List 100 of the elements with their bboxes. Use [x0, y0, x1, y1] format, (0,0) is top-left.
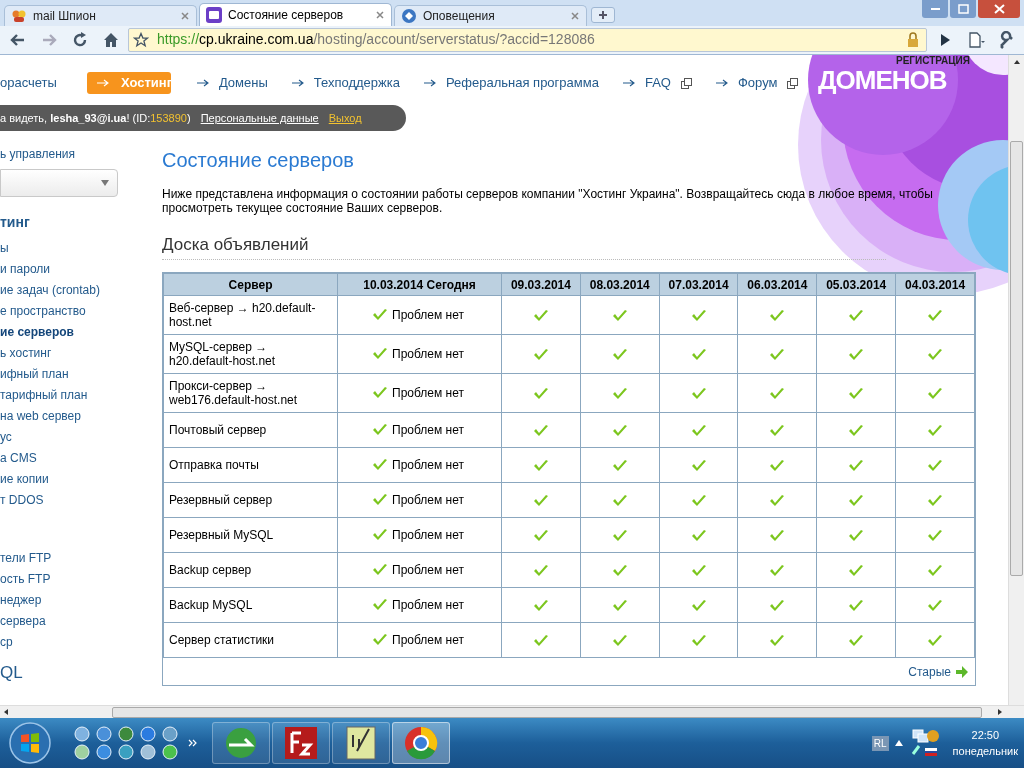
logout-link[interactable]: Выход	[328, 109, 362, 127]
close-icon[interactable]	[375, 9, 385, 20]
taskbar-button[interactable]	[272, 722, 330, 764]
taskbar-button[interactable]	[212, 722, 270, 764]
caret-icon	[101, 180, 109, 186]
sidebar-link[interactable]: а CMS	[0, 448, 162, 469]
intro-text: Ниже представлена информация о состоянии работы серверов компании "Хостинг Украина". Возвращайтесь сюда в любое время, чтобы просмотреть текущее состояние Ваших серверов.	[162, 187, 934, 215]
minimize-icon	[930, 8, 940, 10]
nav-link[interactable]: FAQ	[622, 73, 692, 93]
status-text: Проблем нет	[392, 527, 464, 544]
vertical-scrollbar[interactable]	[1008, 55, 1024, 705]
sidebar-link[interactable]: тарифный план	[0, 385, 162, 406]
banner-title: ДОМЕНОВ	[818, 67, 947, 93]
status-text: Проблем нет	[392, 307, 464, 324]
profile-link[interactable]: Персональные данные	[200, 109, 319, 127]
chevron-icon[interactable]	[188, 738, 198, 748]
url-text: https://cp.ukraine.com.ua/hosting/account/serverstatus/?accid=128086	[157, 30, 596, 50]
nav-link[interactable]: Реферальная программа	[423, 73, 599, 93]
column-header: 08.03.2014	[580, 273, 660, 296]
table-cell: Отправка почты	[163, 447, 338, 483]
minimize-button[interactable]	[922, 0, 948, 18]
column-header: 09.03.2014	[501, 273, 581, 296]
status-text: Проблем нет	[392, 422, 464, 439]
arrow-icon	[196, 79, 209, 87]
sidebar-link[interactable]: ь управления	[0, 145, 162, 163]
sidebar-link[interactable]: и пароли	[0, 259, 162, 280]
lock-icon	[906, 31, 920, 48]
sidebar-link[interactable]: ср	[0, 632, 162, 653]
restore-icon	[955, 2, 971, 16]
status-text: Проблем нет	[392, 457, 464, 474]
column-header: Сервер	[163, 273, 338, 296]
banner-subtitle: РЕГИСТРАЦИЯ	[896, 56, 970, 66]
sidebar-link[interactable]: ифный план	[0, 364, 162, 385]
table-cell: Резервный MySQL	[163, 517, 338, 553]
sidebar-link[interactable]: е пространство	[0, 301, 162, 322]
address-bar[interactable]: https://cp.ukraine.com.ua/hosting/account/serverstatus/?accid=128086	[128, 27, 927, 52]
table-cell: Backup сервер	[163, 552, 338, 588]
status-text: Проблем нет	[392, 346, 464, 363]
arrow-icon	[955, 664, 969, 679]
status-text: Проблем нет	[392, 492, 464, 509]
table-cell: Backup MySQL	[163, 587, 338, 623]
browser-tab[interactable]: Оповещения	[394, 4, 587, 26]
sidebar-link[interactable]: ие серверов	[0, 322, 162, 343]
table-cell: Веб-сервер → h20.default-host.net	[163, 295, 338, 335]
nav-link[interactable]: Домены	[196, 73, 268, 93]
page-menu-icon	[966, 30, 985, 49]
close-window-button[interactable]	[978, 0, 1020, 18]
sidebar-link[interactable]: ость FTP	[0, 569, 162, 590]
sidebar-link[interactable]: ь хостинг	[0, 343, 162, 364]
arrow-icon	[622, 79, 635, 87]
caret-icon[interactable]	[894, 740, 903, 746]
section-title: Доска объявлений	[162, 233, 886, 260]
table-cell: Резервный сервер	[163, 482, 338, 518]
table-cell: Сервер статистики	[163, 622, 338, 658]
sidebar-heading: QL	[0, 662, 24, 684]
taskbar-button[interactable]	[332, 722, 390, 764]
arrow-icon	[96, 79, 109, 87]
column-header: 04.03.2014	[895, 273, 975, 296]
arrow-icon	[291, 79, 304, 87]
table-cell: Почтовый сервер	[163, 412, 338, 448]
browser-tab[interactable]: Состояние серверов	[199, 2, 392, 26]
plus-icon	[598, 9, 608, 20]
arrow-icon	[423, 79, 436, 87]
new-tab-button[interactable]	[591, 6, 615, 23]
older-link[interactable]: Старые	[908, 662, 969, 681]
tab-favicon-icon	[206, 6, 222, 23]
star-icon[interactable]	[133, 31, 149, 48]
table-cell: Прокси-сервер → web176.default-host.net	[163, 373, 338, 413]
sidebar-link[interactable]: ие задач (crontab)	[0, 280, 162, 301]
sidebar-link[interactable]: неджер	[0, 590, 162, 611]
taskbar-button[interactable]	[392, 722, 450, 764]
close-icon[interactable]	[180, 10, 190, 21]
table-cell: MySQL-сервер → h20.default-host.net	[163, 334, 338, 374]
start-button[interactable]	[8, 721, 52, 765]
column-header: 10.03.2014 Сегодня	[337, 273, 502, 296]
column-header: 07.03.2014	[659, 273, 738, 296]
sidebar-link[interactable]: сервера	[0, 611, 162, 632]
column-header: 06.03.2014	[738, 273, 817, 296]
column-header: 05.03.2014	[816, 273, 896, 296]
sidebar-link[interactable]: ус	[0, 427, 162, 448]
clock[interactable]: 22:50 понедельник	[952, 727, 1018, 759]
sidebar-link[interactable]: тели FTP	[0, 548, 162, 569]
status-text: Проблем нет	[392, 597, 464, 614]
nav-link[interactable]: Техподдержка	[291, 73, 400, 93]
sidebar-link[interactable]: ие копии	[0, 469, 162, 490]
page-title: Состояние серверов	[162, 148, 355, 173]
browser-tab[interactable]: mail Шпион	[4, 4, 197, 26]
status-text: Проблем нет	[392, 632, 464, 649]
horizontal-scrollbar[interactable]	[0, 705, 1024, 718]
sidebar-link[interactable]: ы	[0, 238, 162, 259]
sidebar-heading: тинг	[0, 213, 31, 232]
close-icon[interactable]	[570, 10, 580, 21]
status-text: Проблем нет	[392, 562, 464, 579]
greeting-text: а видеть, lesha_93@i.ua! (ID:153890)	[0, 110, 191, 126]
tab-favicon-icon	[401, 7, 417, 24]
sidebar-link[interactable]: т DDOS	[0, 490, 162, 511]
sidebar-link[interactable]: на web сервер	[0, 406, 162, 427]
status-text: Проблем нет	[392, 385, 464, 402]
nav-link[interactable]: Форум	[715, 73, 799, 93]
nav-link[interactable]: орасчеты	[0, 73, 57, 93]
